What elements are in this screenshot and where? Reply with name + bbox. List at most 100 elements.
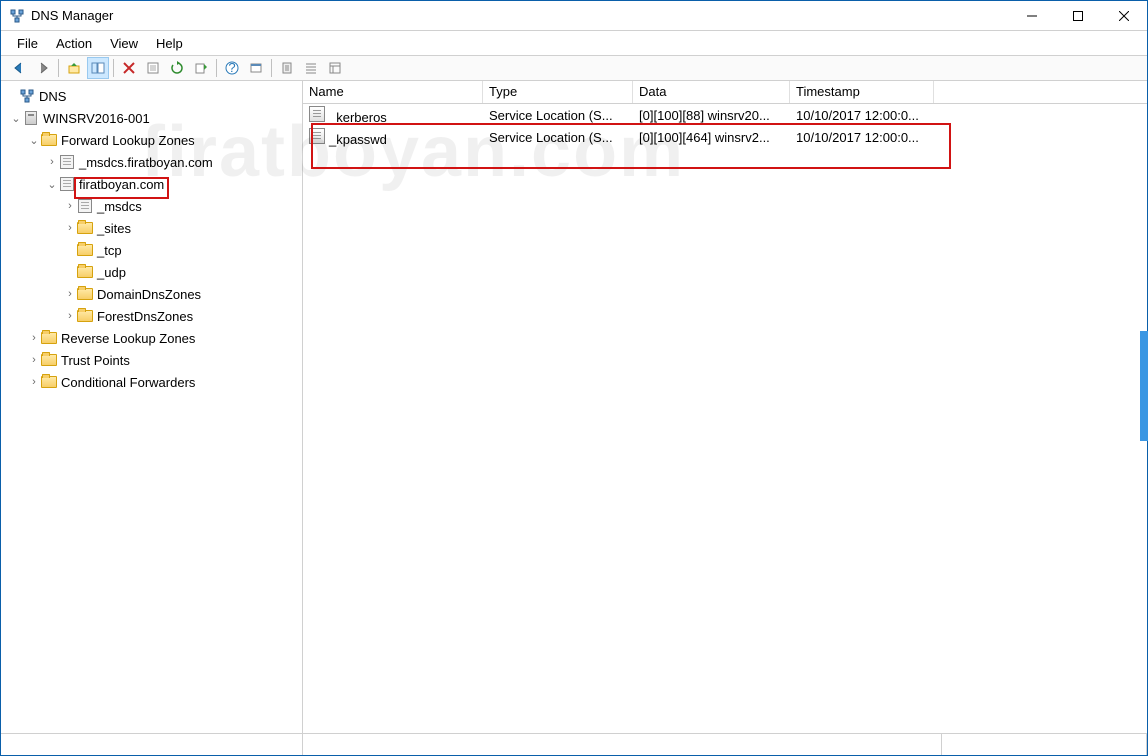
tree-label: Trust Points [61, 353, 130, 368]
expand-icon[interactable]: › [27, 332, 41, 344]
collapse-icon[interactable]: ⌄ [9, 112, 23, 125]
tree-pane[interactable]: DNS ⌄ WINSRV2016-001 ⌄ Forward Lookup Zo… [1, 81, 303, 733]
record-type: Service Location (S... [483, 130, 633, 145]
list-pane: Name Type Data Timestamp _kerberos Servic… [303, 81, 1147, 733]
tree-domaindnszones[interactable]: › DomainDnsZones [1, 283, 302, 305]
tree-label: WINSRV2016-001 [43, 111, 150, 126]
list-button[interactable] [300, 57, 322, 79]
record-icon [309, 128, 325, 144]
statusbar [1, 733, 1147, 755]
record-row[interactable]: _kpasswd Service Location (S...[0][100][4… [303, 126, 1147, 148]
titlebar: DNS Manager [1, 1, 1147, 31]
app-icon [9, 8, 25, 24]
refresh-button[interactable] [166, 57, 188, 79]
tree-label: _sites [97, 221, 131, 236]
help-button[interactable]: ? [221, 57, 243, 79]
column-data[interactable]: Data [633, 81, 790, 103]
tree-label: _udp [97, 265, 126, 280]
zone-icon [59, 154, 75, 170]
record-timestamp: 10/10/2017 12:00:0... [790, 108, 934, 123]
tree-zone-msdcs[interactable]: › _msdcs.firatboyan.com [1, 151, 302, 173]
record-name: _kpasswd [329, 132, 387, 147]
tree-zone-main[interactable]: ⌄ firatboyan.com [1, 173, 302, 195]
detail-button[interactable] [324, 57, 346, 79]
minimize-button[interactable] [1009, 1, 1055, 30]
tree-label: Conditional Forwarders [61, 375, 195, 390]
menu-action[interactable]: Action [48, 34, 100, 53]
server-icon [23, 110, 39, 126]
folder-icon [77, 308, 93, 324]
expand-icon[interactable]: › [63, 222, 77, 234]
column-type[interactable]: Type [483, 81, 633, 103]
expand-icon[interactable]: › [63, 200, 77, 212]
tree-udp[interactable]: _udp [1, 261, 302, 283]
toolbar: ? [1, 55, 1147, 81]
tree-label: DomainDnsZones [97, 287, 201, 302]
toolbar-separator [58, 59, 59, 77]
window-title: DNS Manager [31, 8, 1009, 23]
record-data: [0][100][464] winsrv2... [633, 130, 790, 145]
tree-trust-points[interactable]: › Trust Points [1, 349, 302, 371]
folder-icon [77, 286, 93, 302]
tree-label: _msdcs.firatboyan.com [79, 155, 213, 170]
record-row[interactable]: _kerberos Service Location (S...[0][100][… [303, 104, 1147, 126]
expand-icon [63, 244, 77, 256]
maximize-button[interactable] [1055, 1, 1101, 30]
record-data: [0][100][88] winsrv20... [633, 108, 790, 123]
menu-view[interactable]: View [102, 34, 146, 53]
export-button[interactable] [190, 57, 212, 79]
scrollbar-thumb[interactable] [1140, 331, 1148, 441]
tree-label: ForestDnsZones [97, 309, 193, 324]
record-type: Service Location (S... [483, 108, 633, 123]
folder-icon [77, 264, 93, 280]
menu-help[interactable]: Help [148, 34, 191, 53]
collapse-icon[interactable]: ⌄ [27, 134, 41, 147]
delete-button[interactable] [118, 57, 140, 79]
show-hide-tree-button[interactable] [87, 57, 109, 79]
new-window-button[interactable] [245, 57, 267, 79]
tree-label: Reverse Lookup Zones [61, 331, 195, 346]
column-name[interactable]: Name [303, 81, 483, 103]
forward-button[interactable] [32, 57, 54, 79]
toolbar-separator [216, 59, 217, 77]
list-rows[interactable]: _kerberos Service Location (S...[0][100][… [303, 104, 1147, 733]
svg-text:?: ? [228, 61, 235, 75]
properties-button[interactable] [142, 57, 164, 79]
tree-conditional-forwarders[interactable]: › Conditional Forwarders [1, 371, 302, 393]
toolbar-separator [271, 59, 272, 77]
expand-icon[interactable]: › [63, 310, 77, 322]
tree-msdcs[interactable]: › _msdcs [1, 195, 302, 217]
expand-icon[interactable]: › [27, 376, 41, 388]
expand-icon [63, 266, 77, 278]
close-button[interactable] [1101, 1, 1147, 30]
expand-icon[interactable]: › [63, 288, 77, 300]
record-name: _kerberos [329, 110, 387, 125]
menubar: File Action View Help [1, 31, 1147, 55]
expand-icon[interactable]: › [27, 354, 41, 366]
filter-button[interactable] [276, 57, 298, 79]
tree-root-dns[interactable]: DNS [1, 85, 302, 107]
folder-icon [41, 374, 57, 390]
menu-file[interactable]: File [9, 34, 46, 53]
tree-reverse-lookup-zones[interactable]: › Reverse Lookup Zones [1, 327, 302, 349]
tree-forward-lookup-zones[interactable]: ⌄ Forward Lookup Zones [1, 129, 302, 151]
collapse-icon[interactable]: ⌄ [45, 178, 59, 191]
expand-icon[interactable]: › [45, 156, 59, 168]
zone-icon [59, 176, 75, 192]
tree-label: firatboyan.com [79, 177, 164, 192]
zone-icon [77, 198, 93, 214]
tree-label: DNS [39, 89, 66, 104]
tree-label: Forward Lookup Zones [61, 133, 195, 148]
tree-label: _tcp [97, 243, 122, 258]
record-timestamp: 10/10/2017 12:00:0... [790, 130, 934, 145]
tree-forestdnszones[interactable]: › ForestDnsZones [1, 305, 302, 327]
folder-icon [77, 242, 93, 258]
column-timestamp[interactable]: Timestamp [790, 81, 934, 103]
tree-server[interactable]: ⌄ WINSRV2016-001 [1, 107, 302, 129]
tree-sites[interactable]: › _sites [1, 217, 302, 239]
up-button[interactable] [63, 57, 85, 79]
folder-icon [41, 132, 57, 148]
back-button[interactable] [8, 57, 30, 79]
tree-tcp[interactable]: _tcp [1, 239, 302, 261]
tree-label: _msdcs [97, 199, 142, 214]
